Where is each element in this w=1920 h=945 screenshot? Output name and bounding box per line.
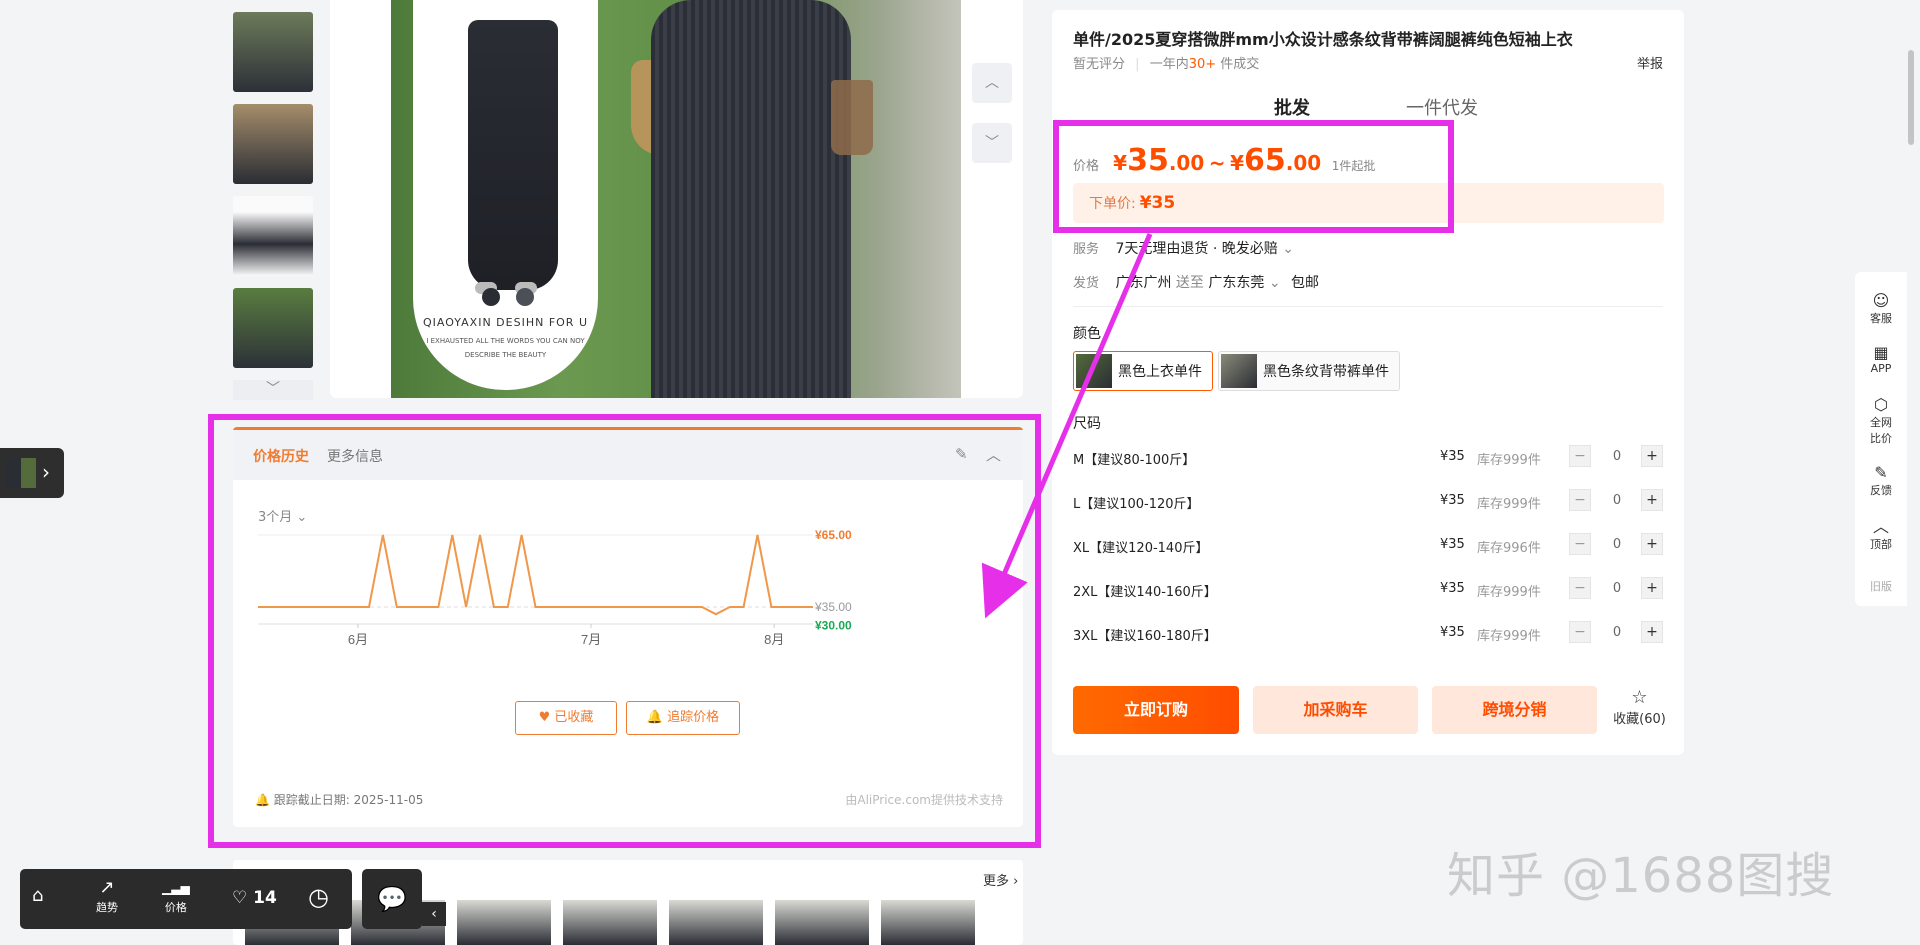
trend-button[interactable]: ↗ 趋势 <box>96 877 118 915</box>
sidebar-item-compare[interactable]: ⬡ 全网 比价 <box>1855 396 1907 446</box>
product-mini-thumbnail <box>6 458 36 488</box>
tab-dropship[interactable]: 一件代发 <box>1406 94 1478 120</box>
report-link[interactable]: 举报 <box>1637 53 1663 72</box>
qty-input[interactable]: 0 <box>1593 449 1641 464</box>
star-icon: ☆ <box>1631 687 1648 708</box>
related-thumbnail[interactable] <box>881 900 975 945</box>
size-row: L【建议100-120斤】 ¥35 库存999件 −0 + <box>1073 486 1663 516</box>
edit-icon: ✎ <box>1874 463 1888 482</box>
tab-wholesale[interactable]: 批发 <box>1274 94 1310 120</box>
home-icon: ⌂ <box>32 885 44 906</box>
qty-plus-button[interactable]: + <box>1641 621 1663 643</box>
thumbnail[interactable] <box>233 12 313 92</box>
trend-icon: ↗ <box>99 877 115 898</box>
right-sidebar: ☺ 客服 ▦ APP ⬡ 全网 比价 ✎ 反馈 ︿ 顶部 旧版 <box>1855 272 1907 606</box>
color-option-striped-overalls[interactable]: 黑色条纹背带裤单件 <box>1218 351 1400 391</box>
sales-count: 30+ <box>1188 57 1217 72</box>
qty-plus-button[interactable]: + <box>1641 577 1663 599</box>
qty-plus-button[interactable]: + <box>1641 489 1663 511</box>
image-next-button[interactable]: ﹀ <box>972 123 1012 163</box>
qty-input[interactable]: 0 <box>1593 625 1641 640</box>
size-row: 2XL【建议140-160斤】 ¥35 库存999件 −0 + <box>1073 574 1663 604</box>
image-tagline: I EXHAUSTED ALL THE WORDS YOU CAN NOY DE… <box>426 337 585 359</box>
size-row: M【建议80-100斤】 ¥35 库存999件 −0 + <box>1073 442 1663 472</box>
coffee-cup <box>831 80 873 155</box>
bottom-toolbar: ⌂ ↗ 趋势 ▁▃▅ 价格 ♡ 14 ◷ <box>20 869 352 929</box>
chevron-down-icon: ⌄ <box>1282 241 1294 257</box>
qty-plus-button[interactable]: + <box>1641 445 1663 467</box>
related-thumbnail[interactable] <box>669 900 763 945</box>
scrollbar[interactable] <box>1908 50 1914 145</box>
history-icon[interactable]: ◷ <box>308 883 329 911</box>
thumbnail[interactable] <box>233 288 313 368</box>
watermark: 知乎 @1688图搜 <box>1447 848 1835 904</box>
highlight-price-box <box>1053 120 1454 233</box>
rating-text: 暂无评分 <box>1073 57 1126 72</box>
qr-icon: ▦ <box>1873 343 1889 362</box>
favorite-button[interactable]: ☆ 收藏(60) <box>1612 687 1667 728</box>
product-title: 单件/2025夏穿搭微胖mm小众设计感条纹背带裤阔腿裤纯色短袖上衣 <box>1073 30 1573 49</box>
qty-minus-button[interactable]: − <box>1569 445 1591 467</box>
related-thumbnail[interactable] <box>775 900 869 945</box>
sidebar-item-old-version[interactable]: 旧版 <box>1855 578 1907 594</box>
color-dot <box>516 288 534 306</box>
color-option-black-top[interactable]: 黑色上衣单件 <box>1073 351 1213 391</box>
price-chart-icon: ▁▃▅ <box>162 881 190 895</box>
qty-input[interactable]: 0 <box>1593 493 1641 508</box>
service-row[interactable]: 服务 7天无理由退货 · 晚发必赔 ⌄ <box>1073 238 1294 258</box>
thumbnail-scroll-down[interactable]: ﹀ <box>233 380 313 400</box>
promo-card: QIAOYAXIN DESIHN FOR U I EXHAUSTED ALL T… <box>413 0 598 390</box>
thumbnail[interactable] <box>233 104 313 184</box>
highlight-history-box <box>208 414 1041 848</box>
compare-icon: ⬡ <box>1874 395 1888 414</box>
shipping-row[interactable]: 发货 广东广州 送至 广东东莞 ⌄ 包邮 <box>1073 272 1319 292</box>
order-now-button[interactable]: 立即订购 <box>1073 686 1239 734</box>
size-row: XL【建议120-140斤】 ¥35 库存996件 −0 + <box>1073 530 1663 560</box>
color-dot <box>482 288 500 306</box>
image-prev-button[interactable]: ︿ <box>972 63 1012 103</box>
qty-plus-button[interactable]: + <box>1641 533 1663 555</box>
model-overalls <box>651 0 851 398</box>
related-thumbnail[interactable] <box>457 900 551 945</box>
price-button[interactable]: ▁▃▅ 价格 <box>162 877 190 915</box>
chat-icon: ☺ <box>1872 291 1890 310</box>
sidebar-item-top[interactable]: ︿ 顶部 <box>1855 518 1907 552</box>
qty-input[interactable]: 0 <box>1593 581 1641 596</box>
qty-input[interactable]: 0 <box>1593 537 1641 552</box>
chevron-up-icon: ︿ <box>1872 517 1889 536</box>
add-to-cart-button[interactable]: 加采购车 <box>1253 686 1418 734</box>
chat-bubble-icon: 💬 <box>377 885 407 913</box>
chat-button[interactable]: 💬 <box>362 869 422 929</box>
size-row: 3XL【建议160-180斤】 ¥35 库存999件 −0 + <box>1073 618 1663 648</box>
sidebar-item-feedback[interactable]: ✎ 反馈 <box>1855 464 1907 498</box>
thumbnail-list <box>233 0 313 380</box>
main-product-image[interactable]: QIAOYAXIN DESIHN FOR U I EXHAUSTED ALL T… <box>391 0 961 398</box>
more-link[interactable]: 更多 › <box>983 870 1018 889</box>
chevron-down-icon: ⌄ <box>1268 275 1281 291</box>
cross-border-button[interactable]: 跨境分销 <box>1432 686 1597 734</box>
qty-minus-button[interactable]: − <box>1569 533 1591 555</box>
qty-minus-button[interactable]: − <box>1569 621 1591 643</box>
collapse-toolbar-button[interactable]: ‹ <box>422 902 446 926</box>
size-label: 尺码 <box>1073 416 1101 432</box>
chevron-right-icon: › <box>42 460 50 484</box>
home-button[interactable]: ⌂ <box>32 885 43 907</box>
qty-minus-button[interactable]: − <box>1569 577 1591 599</box>
thumbnail[interactable] <box>233 196 313 276</box>
image-brand-text: QIAOYAXIN DESIHN FOR U <box>422 316 588 329</box>
qty-minus-button[interactable]: − <box>1569 489 1591 511</box>
floating-product-widget[interactable]: › <box>0 448 64 498</box>
color-label: 颜色 <box>1073 326 1101 342</box>
product-meta: 暂无评分 | 一年内30+ 件成交 <box>1073 57 1260 72</box>
related-thumbnail[interactable] <box>563 900 657 945</box>
sidebar-item-service[interactable]: ☺ 客服 <box>1855 292 1907 326</box>
likes-count[interactable]: ♡ 14 <box>232 888 277 908</box>
sidebar-item-app[interactable]: ▦ APP <box>1855 343 1907 376</box>
dress-figure <box>468 20 558 290</box>
